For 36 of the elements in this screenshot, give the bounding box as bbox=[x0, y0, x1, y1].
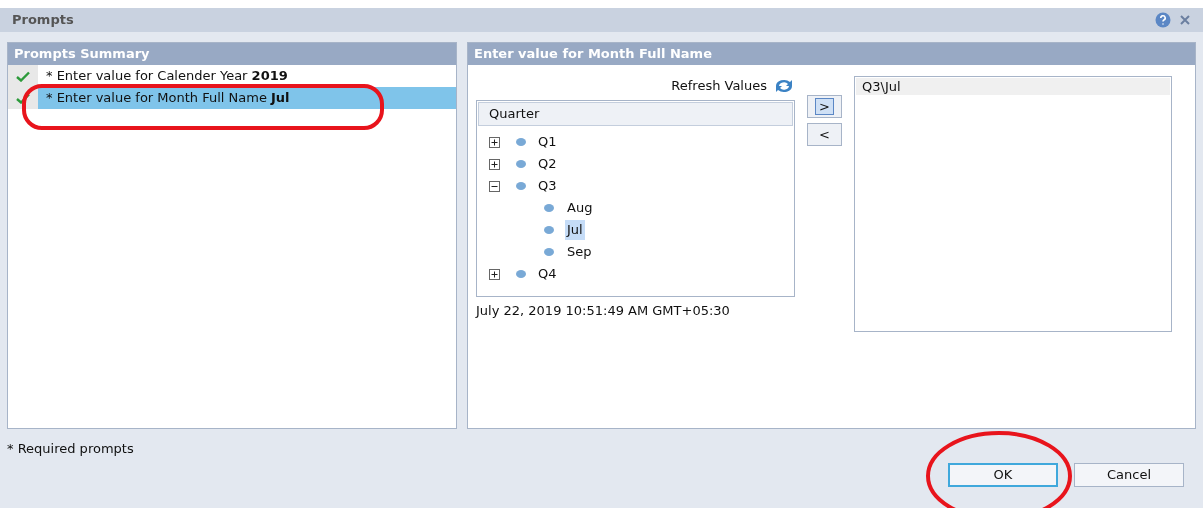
tree-item[interactable]: Q3 bbox=[536, 176, 559, 196]
tree-item[interactable]: Q4 bbox=[536, 264, 559, 284]
bullet-icon bbox=[544, 204, 554, 212]
cancel-button[interactable]: Cancel bbox=[1074, 462, 1184, 487]
tree-item[interactable]: Sep bbox=[565, 242, 594, 262]
required-note: * Required prompts bbox=[7, 440, 135, 458]
close-icon[interactable] bbox=[1179, 14, 1191, 26]
bullet-icon bbox=[516, 270, 526, 278]
bullet-icon bbox=[544, 248, 554, 256]
prompt-text: * Enter value for Calender Year 2019 bbox=[45, 67, 288, 86]
ok-button[interactable]: OK bbox=[948, 462, 1058, 487]
expand-icon[interactable] bbox=[489, 268, 500, 280]
prompt-item[interactable]: * Enter value for Month Full Name Jul bbox=[8, 87, 456, 109]
add-button[interactable]: > bbox=[807, 95, 842, 118]
tree-item[interactable]: Q2 bbox=[536, 154, 559, 174]
bullet-icon bbox=[544, 226, 554, 234]
prompt-text: * Enter value for Month Full Name Jul bbox=[45, 89, 290, 108]
bullet-icon bbox=[516, 182, 526, 190]
collapse-icon[interactable] bbox=[489, 180, 500, 192]
panel-header: Enter value for Month Full Name bbox=[468, 43, 1195, 65]
refresh-icon[interactable] bbox=[773, 78, 795, 94]
timestamp: July 22, 2019 10:51:49 AM GMT+05:30 bbox=[476, 302, 731, 320]
expand-icon[interactable] bbox=[489, 158, 500, 170]
bullet-icon bbox=[516, 138, 526, 146]
bullet-icon bbox=[516, 160, 526, 168]
window-title: Prompts bbox=[12, 11, 74, 30]
panel-header: Prompts Summary bbox=[8, 43, 456, 65]
tree-header: Quarter bbox=[478, 102, 793, 126]
selected-value[interactable]: Q3\Jul bbox=[856, 78, 1170, 95]
expand-icon[interactable] bbox=[489, 136, 500, 148]
tree-item[interactable]: Aug bbox=[565, 198, 595, 218]
refresh-label: Refresh Values bbox=[671, 77, 767, 96]
remove-button[interactable]: < bbox=[807, 123, 842, 146]
tree-item[interactable]: Q1 bbox=[536, 132, 559, 152]
help-icon[interactable] bbox=[1155, 12, 1171, 28]
tree-item[interactable]: Jul bbox=[565, 220, 585, 240]
